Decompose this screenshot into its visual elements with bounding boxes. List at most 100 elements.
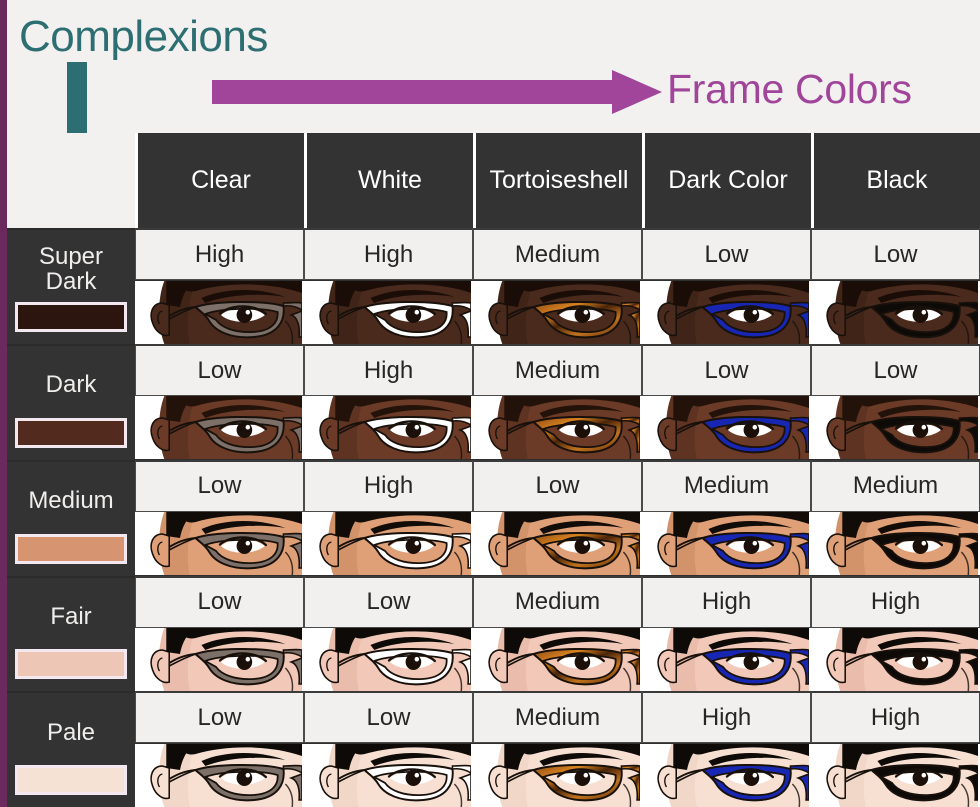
- rating-cell[interactable]: Low: [642, 228, 811, 281]
- face-preview-super-dark-white[interactable]: [304, 280, 473, 344]
- skin-tone-swatch-medium: [15, 533, 127, 564]
- column-header-label: Dark Color: [668, 166, 788, 194]
- rating-cell[interactable]: Medium: [473, 344, 642, 397]
- rating-value: Medium: [514, 240, 601, 268]
- rating-cell[interactable]: Low: [135, 344, 304, 397]
- column-header-clear[interactable]: Clear: [135, 133, 304, 228]
- rating-cell[interactable]: High: [642, 575, 811, 628]
- rating-value: Low: [197, 703, 242, 731]
- rating-cell[interactable]: Low: [811, 228, 980, 281]
- rating-value: High: [870, 588, 921, 616]
- eye-illustration: [306, 280, 471, 344]
- rating-cell[interactable]: High: [304, 459, 473, 512]
- face-preview-fair-black[interactable]: [811, 627, 980, 691]
- rating-cell[interactable]: Low: [135, 459, 304, 512]
- row-header-pale[interactable]: Pale: [7, 691, 135, 807]
- rating-cell[interactable]: High: [811, 575, 980, 628]
- face-preview-medium-black[interactable]: [811, 512, 980, 576]
- eye-illustration: [813, 280, 978, 344]
- arrow-right-icon: [212, 70, 662, 114]
- rating-cell[interactable]: High: [304, 228, 473, 281]
- page-title-complexions: Complexions: [19, 12, 268, 61]
- eye-illustration: [306, 512, 471, 576]
- column-header-label: Clear: [191, 166, 251, 194]
- face-preview-medium-white[interactable]: [304, 512, 473, 576]
- rating-cell[interactable]: Medium: [473, 575, 642, 628]
- rating-value: Medium: [852, 472, 939, 500]
- eye-illustration: [306, 627, 471, 691]
- rating-value: High: [701, 703, 752, 731]
- column-header-white[interactable]: White: [304, 133, 473, 228]
- rating-value: Low: [873, 240, 918, 268]
- eye-illustration: [813, 743, 978, 807]
- face-preview-pale-tortoiseshell[interactable]: [473, 743, 642, 807]
- column-header-dark-color[interactable]: Dark Color: [642, 133, 811, 228]
- rating-value: High: [363, 472, 414, 500]
- rating-cell[interactable]: High: [304, 344, 473, 397]
- face-preview-dark-tortoiseshell[interactable]: [473, 396, 642, 460]
- column-header-black[interactable]: Black: [811, 133, 980, 228]
- face-preview-super-dark-tortoiseshell[interactable]: [473, 280, 642, 344]
- face-preview-dark-white[interactable]: [304, 396, 473, 460]
- rating-value: Medium: [683, 472, 770, 500]
- rating-value: High: [363, 240, 414, 268]
- row-header-super-dark[interactable]: Super Dark: [7, 228, 135, 345]
- column-header-label: Tortoiseshell: [489, 166, 629, 194]
- rating-cell[interactable]: High: [135, 228, 304, 281]
- rating-cell[interactable]: Medium: [473, 691, 642, 744]
- column-header-tortoiseshell[interactable]: Tortoiseshell: [473, 133, 642, 228]
- rating-cell[interactable]: Low: [811, 344, 980, 397]
- face-preview-super-dark-black[interactable]: [811, 280, 980, 344]
- row-header-label: Dark: [45, 371, 97, 399]
- rating-value: Low: [197, 356, 242, 384]
- rating-cell[interactable]: Low: [304, 575, 473, 628]
- rating-cell[interactable]: High: [811, 691, 980, 744]
- eye-illustration: [644, 743, 809, 807]
- rating-cell[interactable]: Low: [135, 575, 304, 628]
- face-preview-fair-dark-color[interactable]: [642, 627, 811, 691]
- eye-illustration: [813, 396, 978, 460]
- face-preview-pale-black[interactable]: [811, 743, 980, 807]
- eye-illustration: [644, 280, 809, 344]
- row-header-label: Pale: [46, 718, 96, 746]
- face-preview-fair-clear[interactable]: [135, 627, 304, 691]
- rating-cell[interactable]: Medium: [473, 228, 642, 281]
- rating-value: Medium: [514, 703, 601, 731]
- rating-cell[interactable]: Medium: [811, 459, 980, 512]
- rating-cell[interactable]: Low: [304, 691, 473, 744]
- column-header-label: White: [358, 166, 422, 194]
- face-preview-super-dark-clear[interactable]: [135, 280, 304, 344]
- face-preview-medium-clear[interactable]: [135, 512, 304, 576]
- rating-cell[interactable]: Medium: [642, 459, 811, 512]
- face-preview-dark-clear[interactable]: [135, 396, 304, 460]
- rating-cell[interactable]: Low: [642, 344, 811, 397]
- row-header-fair[interactable]: Fair: [7, 575, 135, 692]
- face-preview-pale-white[interactable]: [304, 743, 473, 807]
- face-preview-fair-tortoiseshell[interactable]: [473, 627, 642, 691]
- skin-tone-swatch-super-dark: [15, 302, 127, 333]
- row-header-label: Fair: [50, 602, 92, 630]
- face-preview-dark-black[interactable]: [811, 396, 980, 460]
- eye-illustration: [475, 743, 640, 807]
- eye-illustration: [475, 396, 640, 460]
- rating-value: Low: [535, 472, 580, 500]
- rating-value: Low: [873, 356, 918, 384]
- row-header-dark[interactable]: Dark: [7, 344, 135, 460]
- rating-cell[interactable]: Low: [135, 691, 304, 744]
- face-preview-medium-dark-color[interactable]: [642, 512, 811, 576]
- face-preview-pale-clear[interactable]: [135, 743, 304, 807]
- face-preview-pale-dark-color[interactable]: [642, 743, 811, 807]
- eye-illustration: [306, 396, 471, 460]
- face-preview-fair-white[interactable]: [304, 627, 473, 691]
- face-preview-super-dark-dark-color[interactable]: [642, 280, 811, 344]
- rating-cell[interactable]: High: [642, 691, 811, 744]
- row-header-medium[interactable]: Medium: [7, 459, 135, 576]
- eye-illustration: [137, 743, 302, 807]
- rating-value: Low: [197, 472, 242, 500]
- eye-illustration: [813, 627, 978, 691]
- face-preview-medium-tortoiseshell[interactable]: [473, 512, 642, 576]
- face-preview-dark-dark-color[interactable]: [642, 396, 811, 460]
- rating-cell[interactable]: Low: [473, 459, 642, 512]
- rating-value: Low: [366, 588, 411, 616]
- eye-illustration: [137, 512, 302, 576]
